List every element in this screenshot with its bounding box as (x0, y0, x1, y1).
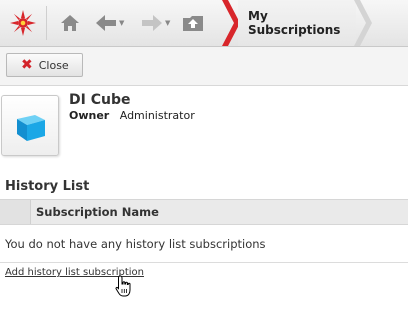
close-x-icon: ✖ (21, 57, 33, 73)
folder-up-icon[interactable] (182, 10, 206, 36)
breadcrumb-current: My Subscriptions (248, 9, 341, 37)
hand-pointer-cursor-icon (115, 275, 131, 297)
table-header-select-column (0, 200, 31, 224)
owner-value: Administrator (119, 109, 195, 122)
empty-list-message: You do not have any history list subscri… (5, 237, 266, 251)
owner-label: Owner (69, 109, 110, 122)
toolbar: ✖ Close (0, 47, 408, 86)
home-icon[interactable] (60, 10, 84, 36)
history-list-title: History List (5, 179, 90, 194)
forward-arrow-icon[interactable]: ▼ (140, 10, 174, 36)
owner-row: Owner Administrator (69, 109, 195, 122)
subscription-name-column-header[interactable]: Subscription Name (36, 205, 159, 219)
divider (0, 262, 408, 263)
breadcrumb-separator-icon (222, 0, 240, 46)
chevron-down-icon[interactable]: ▼ (165, 19, 170, 27)
sunburst-logo-icon[interactable] (0, 0, 46, 46)
object-title: DI Cube (69, 92, 131, 108)
back-arrow-icon[interactable]: ▼ (94, 10, 128, 36)
object-thumbnail[interactable] (1, 95, 59, 156)
breadcrumb-end-icon (354, 0, 372, 46)
breadcrumb[interactable]: My Subscriptions (238, 0, 356, 46)
cube-icon (17, 114, 45, 141)
close-button[interactable]: ✖ Close (6, 53, 83, 77)
table-header: Subscription Name (0, 199, 408, 225)
top-navigation-bar: ▼ ▼ My Subscriptions (0, 0, 408, 47)
chevron-down-icon[interactable]: ▼ (119, 19, 124, 27)
close-button-label: Close (38, 58, 69, 72)
divider (46, 6, 47, 40)
